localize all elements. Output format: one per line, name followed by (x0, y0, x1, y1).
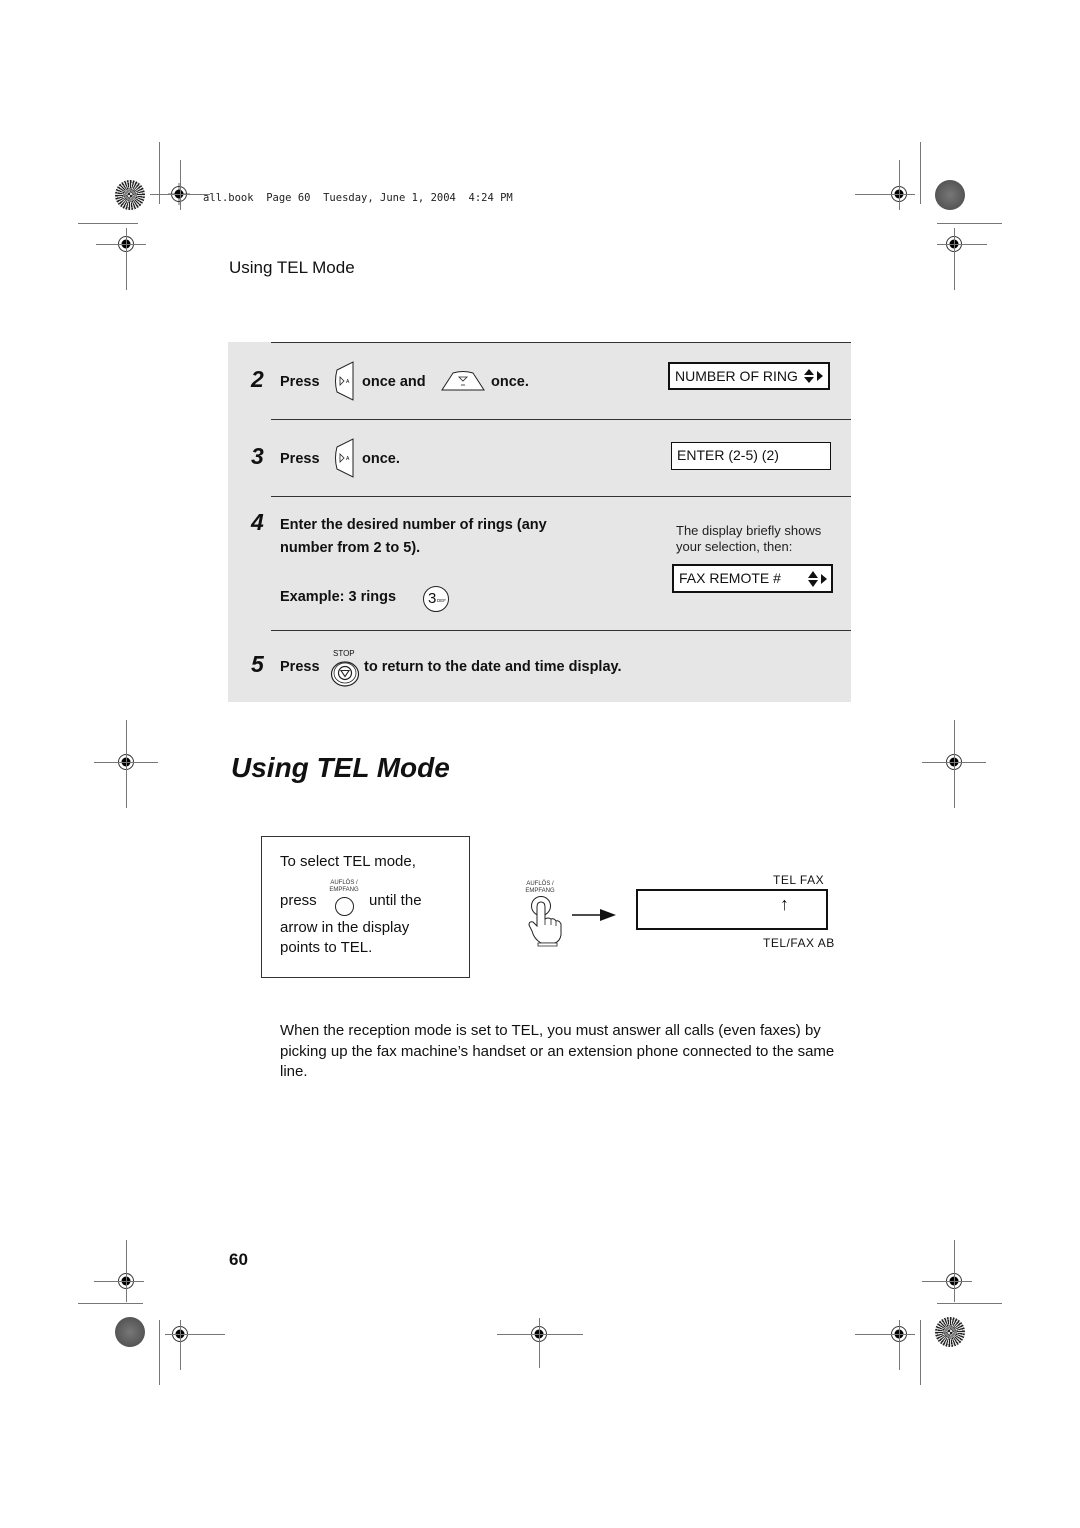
lcd-text: NUMBER OF RING (675, 368, 798, 384)
finger-pressing-key-icon (528, 896, 562, 947)
reception-key-icon (335, 897, 354, 916)
mode-arrow-icon: ↑ (780, 894, 789, 914)
step-number: 4 (251, 509, 264, 535)
step-number: 5 (251, 651, 264, 677)
step-number: 2 (251, 366, 264, 392)
instruction-box: To select TEL mode, press AUFLÖS / EMPFA… (261, 836, 470, 978)
color-bar-icon (115, 180, 145, 210)
step-text: once and (362, 374, 426, 390)
page-number: 60 (229, 1250, 248, 1269)
right-arrow-key-icon: A (335, 438, 354, 478)
step-text: Press (280, 659, 320, 675)
divider (271, 419, 851, 420)
instruction-line: press (280, 892, 317, 909)
key-label: AUFLÖS / EMPFANG (525, 881, 555, 894)
display-bottom-labels: TEL/FAX AB (763, 936, 835, 950)
divider (271, 630, 851, 631)
scroll-arrows-icon (808, 571, 827, 587)
example-text: Example: 3 rings (280, 589, 397, 605)
mode-display: ↑ (636, 889, 828, 930)
color-bar-icon (935, 1317, 965, 1347)
instruction-line: arrow in the display (280, 919, 410, 936)
step-text: Press (280, 374, 320, 390)
lcd-display: ENTER (2-5) (2) (671, 442, 831, 470)
color-bar-icon (115, 1317, 145, 1347)
step-text: number from 2 to 5). (280, 540, 421, 556)
number-key-3-icon: 3 DEF (423, 586, 449, 612)
step-text: once. (491, 374, 529, 390)
step-number: 3 (251, 443, 264, 469)
step-text: Enter the desired number of rings (any (280, 517, 547, 533)
key-label: AUFLÖS / EMPFANG (329, 880, 359, 893)
lcd-text: FAX REMOTE # (679, 570, 781, 586)
step-text: Press (280, 451, 320, 467)
print-info-header: all.book Page 60 Tuesday, June 1, 2004 4… (203, 192, 513, 204)
stop-key-icon (330, 661, 360, 687)
instruction-line: points to TEL. (280, 939, 373, 956)
right-arrow-icon (572, 909, 616, 921)
instruction-line: until the (369, 892, 422, 909)
lcd-text: ENTER (2-5) (2) (677, 447, 779, 463)
right-arrow-key-icon: A (335, 361, 354, 401)
color-bar-icon (935, 180, 965, 210)
lcd-display: NUMBER OF RING (668, 362, 830, 390)
divider (271, 342, 851, 343)
display-top-labels: TEL FAX (773, 873, 825, 887)
step-text: to return to the date and time display. (364, 659, 622, 675)
display-note: The display briefly shows your selection… (676, 523, 822, 554)
running-title: Using TEL Mode (229, 258, 355, 277)
instruction-line: To select TEL mode, (280, 853, 416, 870)
scroll-arrows-icon (804, 369, 823, 383)
divider (271, 496, 851, 497)
stop-key-label: STOP (333, 649, 355, 658)
down-arrow-key-icon (441, 371, 485, 391)
lcd-display: FAX REMOTE # (672, 564, 833, 593)
step-text: once. (362, 451, 400, 467)
body-paragraph: When the reception mode is set to TEL, y… (280, 1022, 835, 1080)
section-title: Using TEL Mode (231, 752, 450, 783)
